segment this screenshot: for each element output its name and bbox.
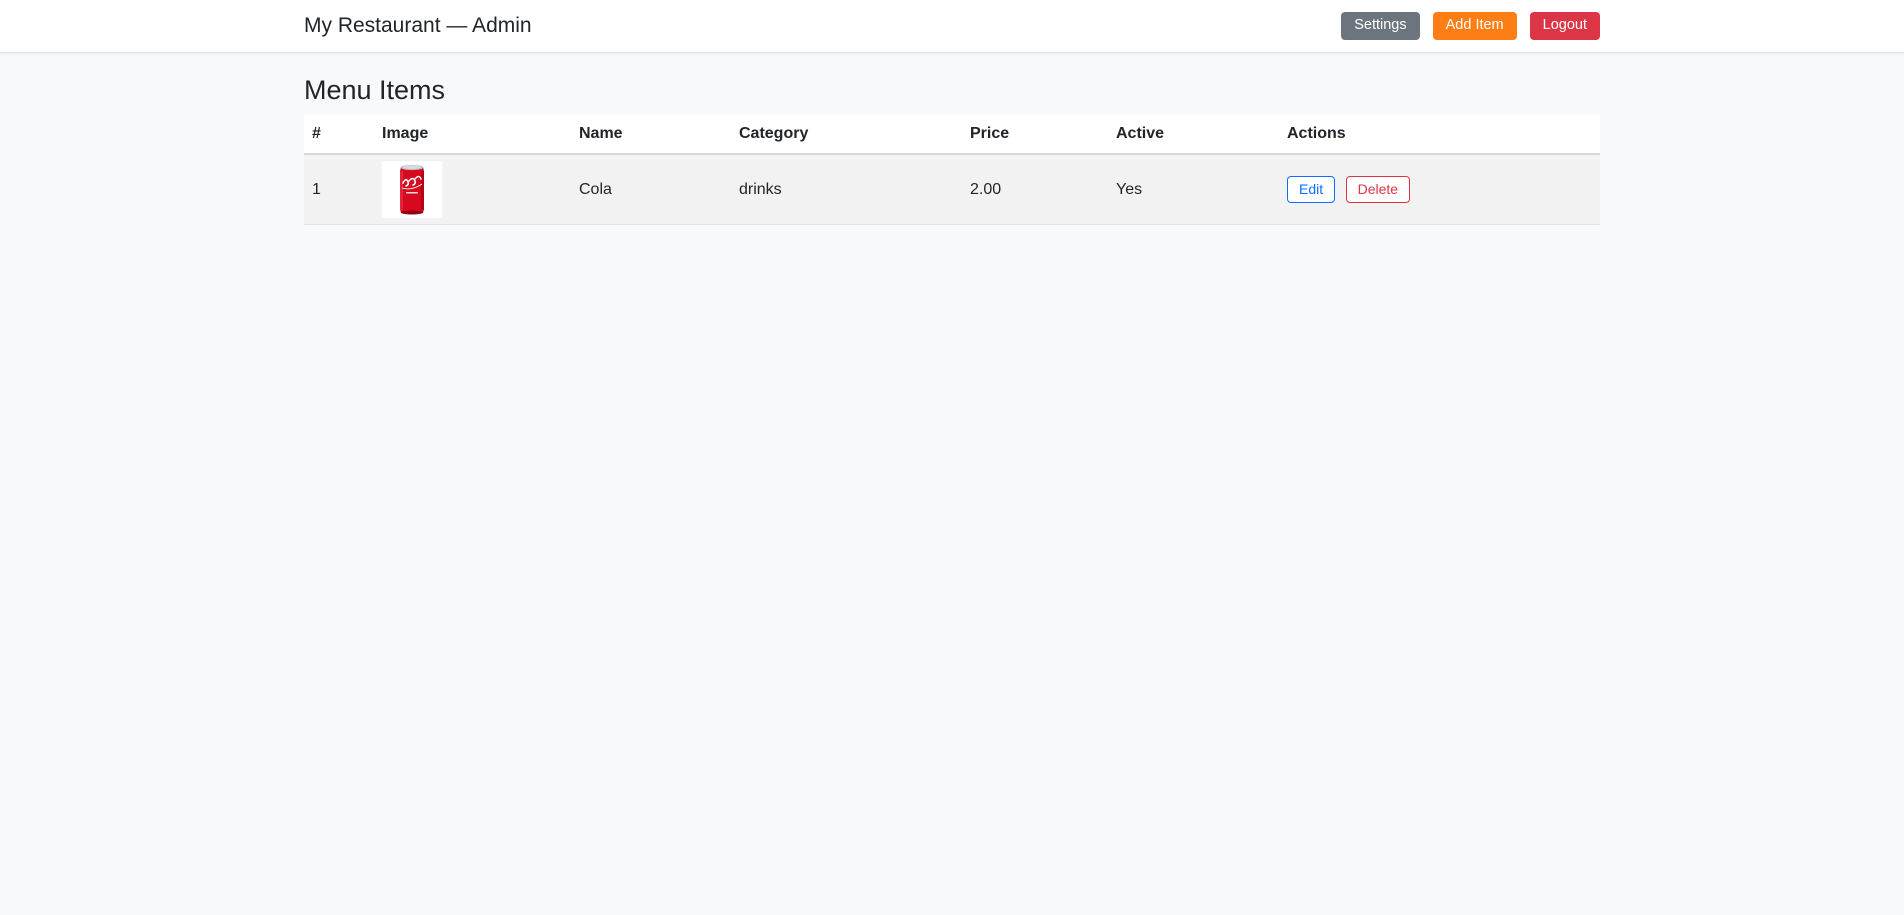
cell-index: 1	[304, 154, 374, 225]
menu-items-table: # Image Name Category Price Active Actio…	[304, 115, 1600, 225]
cell-name: Cola	[571, 154, 731, 225]
cell-active: Yes	[1108, 154, 1279, 225]
column-header-name: Name	[571, 115, 731, 154]
column-header-index: #	[304, 115, 374, 154]
cola-can-image	[382, 161, 442, 218]
cell-actions: Edit Delete	[1279, 154, 1600, 225]
edit-button[interactable]: Edit	[1287, 176, 1335, 203]
cell-category: drinks	[731, 154, 962, 225]
app-title: My Restaurant — Admin	[304, 14, 532, 38]
page-title: Menu Items	[304, 75, 1600, 106]
cell-image	[374, 154, 571, 225]
delete-button[interactable]: Delete	[1346, 176, 1410, 203]
topbar: My Restaurant — Admin Settings Add Item …	[0, 0, 1904, 53]
cell-price: 2.00	[962, 154, 1108, 225]
column-header-category: Category	[731, 115, 962, 154]
column-header-active: Active	[1108, 115, 1279, 154]
topbar-actions: Settings Add Item Logout	[1341, 12, 1600, 40]
topbar-inner: My Restaurant — Admin Settings Add Item …	[304, 12, 1600, 40]
add-item-button[interactable]: Add Item	[1433, 12, 1517, 40]
table-header: # Image Name Category Price Active Actio…	[304, 115, 1600, 154]
column-header-actions: Actions	[1279, 115, 1600, 154]
column-header-image: Image	[374, 115, 571, 154]
logout-button[interactable]: Logout	[1530, 12, 1600, 40]
main-content: Menu Items # Image Name Category Price A…	[304, 75, 1600, 225]
table-row: 1	[304, 154, 1600, 225]
page: My Restaurant — Admin Settings Add Item …	[0, 0, 1904, 915]
column-header-price: Price	[962, 115, 1108, 154]
settings-button[interactable]: Settings	[1341, 12, 1419, 40]
